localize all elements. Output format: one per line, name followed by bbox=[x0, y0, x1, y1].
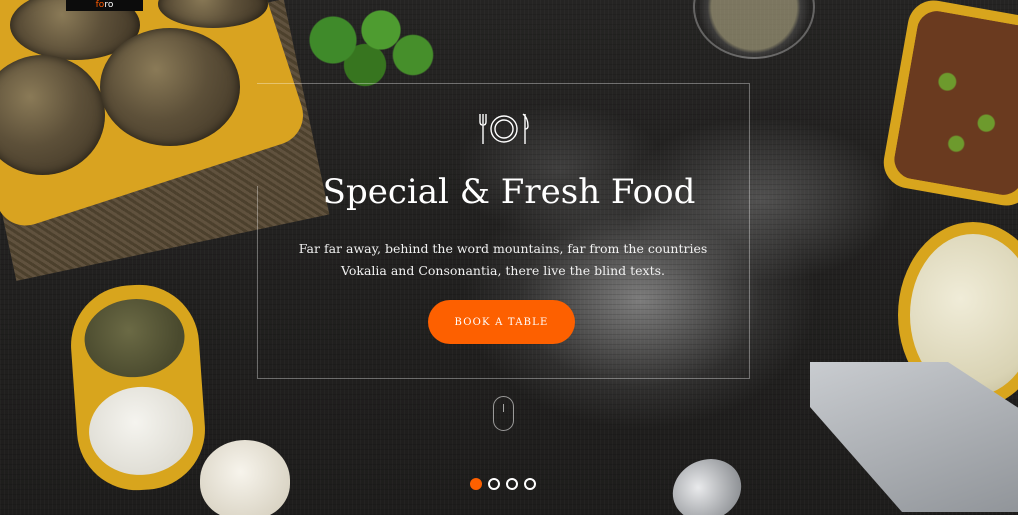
logo-rest-text: ro bbox=[104, 0, 114, 10]
garlic-image bbox=[200, 440, 290, 515]
hero-title: Special & Fresh Food bbox=[322, 172, 696, 212]
slider-dot[interactable] bbox=[506, 478, 518, 490]
slider-dot[interactable] bbox=[470, 478, 482, 490]
frame-edge bbox=[257, 186, 258, 378]
hero-lead-text: Far far away, behind the word mountains,… bbox=[298, 241, 708, 278]
cutlery-plate-icon bbox=[479, 113, 529, 144]
slider-dot[interactable] bbox=[488, 478, 500, 490]
slider-dot[interactable] bbox=[524, 478, 536, 490]
mouse-scroll-icon[interactable] bbox=[493, 396, 514, 431]
site-logo[interactable]: foro bbox=[66, 0, 143, 11]
patty-image bbox=[100, 28, 240, 146]
mouse-wheel bbox=[503, 404, 504, 412]
dip-bowl-image bbox=[67, 280, 209, 495]
slider-pagination bbox=[470, 478, 536, 492]
book-a-table-button[interactable]: BOOK A TABLE bbox=[428, 300, 575, 344]
